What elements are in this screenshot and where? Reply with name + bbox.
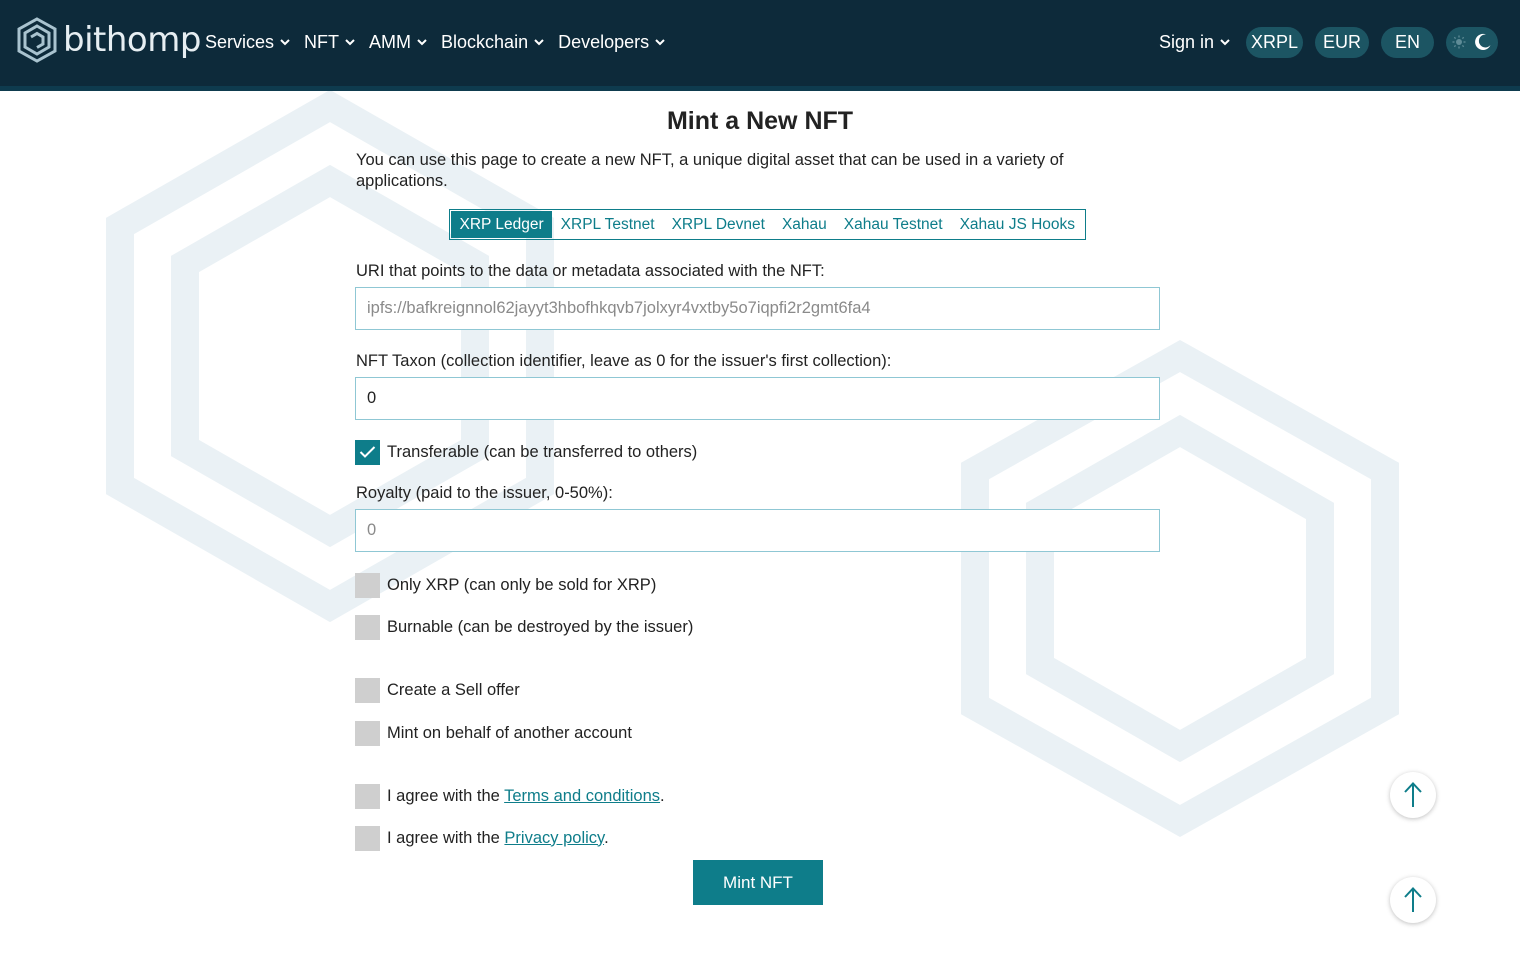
chevron-down-icon — [280, 39, 290, 46]
network-switcher[interactable]: XRPL — [1246, 26, 1303, 58]
burnable-option: Burnable (can be destroyed by the issuer… — [355, 614, 693, 640]
nav-label: AMM — [369, 31, 412, 52]
header-right: Sign in XRPL EUR EN — [1159, 26, 1498, 58]
check-icon — [359, 446, 376, 458]
page-title: Mint a New NFT — [666, 107, 854, 135]
nav-services[interactable]: Services — [205, 32, 290, 53]
sell-offer-label: Create a Sell offer — [387, 680, 520, 699]
sign-in-menu[interactable]: Sign in — [1159, 32, 1230, 53]
sell-offer-option: Create a Sell offer — [355, 677, 520, 703]
agree-prefix: I agree with the — [387, 786, 500, 805]
privacy-link[interactable]: Privacy policy — [504, 829, 604, 847]
uri-label: URI that points to the data or metadata … — [356, 262, 825, 280]
top-header: bithomp Services NFT AMM Blockchain Deve… — [0, 0, 1520, 91]
sell-offer-checkbox[interactable] — [355, 677, 380, 703]
burnable-checkbox[interactable] — [355, 614, 380, 640]
privacy-checkbox[interactable] — [355, 825, 380, 851]
burnable-label: Burnable (can be destroyed by the issuer… — [387, 617, 694, 636]
sign-in-label: Sign in — [1158, 31, 1214, 52]
network-tabs: XRP Ledger XRPL Testnet XRPL Devnet Xaha… — [449, 209, 1086, 240]
transferable-checkbox[interactable] — [355, 439, 380, 465]
nav-blockchain[interactable]: Blockchain — [441, 32, 544, 53]
on-behalf-label: Mint on behalf of another account — [387, 723, 632, 742]
brand-name: bithomp — [63, 20, 201, 60]
chevron-down-icon — [345, 39, 355, 46]
terms-agreement: I agree with the Terms and conditions. — [355, 783, 665, 809]
privacy-agreement: I agree with the Privacy policy. — [355, 825, 609, 851]
uri-input[interactable] — [355, 287, 1160, 330]
privacy-text: I agree with the Privacy policy. — [387, 829, 609, 848]
nav-label: Services — [205, 31, 275, 52]
tab-xahau-testnet[interactable]: Xahau Testnet — [835, 211, 951, 238]
agree-prefix: I agree with the — [387, 828, 500, 847]
page-intro: You can use this page to create a new NF… — [356, 151, 1064, 190]
on-behalf-option: Mint on behalf of another account — [355, 720, 632, 746]
terms-link[interactable]: Terms and conditions — [504, 787, 660, 805]
language-switcher[interactable]: EN — [1381, 26, 1434, 58]
nav-label: Developers — [558, 31, 650, 52]
theme-toggle[interactable] — [1446, 26, 1498, 58]
taxon-label: NFT Taxon (collection identifier, leave … — [356, 352, 892, 370]
nav-developers[interactable]: Developers — [558, 32, 665, 53]
only-xrp-label: Only XRP (can only be sold for XRP) — [387, 575, 657, 594]
tab-xrpl-testnet[interactable]: XRPL Testnet — [552, 211, 663, 238]
tab-xahau[interactable]: Xahau — [773, 211, 835, 238]
tab-xrp-ledger[interactable]: XRP Ledger — [451, 211, 553, 238]
nav-amm[interactable]: AMM — [369, 32, 427, 53]
mint-nft-button[interactable]: Mint NFT — [693, 860, 823, 905]
chevron-down-icon — [1220, 39, 1230, 46]
sun-icon — [1452, 35, 1466, 49]
nav-nft[interactable]: NFT — [304, 32, 355, 53]
chevron-down-icon — [534, 39, 544, 46]
currency-switcher[interactable]: EUR — [1315, 26, 1369, 58]
bithomp-hex-logo-icon — [17, 17, 57, 63]
only-xrp-option: Only XRP (can only be sold for XRP) — [355, 572, 656, 598]
moon-icon — [1475, 33, 1491, 50]
transferable-label: Transferable (can be transferred to othe… — [387, 442, 698, 461]
tab-xrpl-devnet[interactable]: XRPL Devnet — [663, 211, 773, 238]
taxon-input[interactable] — [355, 377, 1160, 420]
only-xrp-checkbox[interactable] — [355, 572, 380, 598]
royalty-label: Royalty (paid to the issuer, 0-50%): — [356, 484, 613, 502]
on-behalf-checkbox[interactable] — [355, 720, 380, 746]
terms-checkbox[interactable] — [355, 783, 380, 809]
tab-xahau-js-hooks[interactable]: Xahau JS Hooks — [951, 211, 1083, 238]
logo[interactable]: bithomp — [15, 14, 201, 66]
main-nav: Services NFT AMM Blockchain Developers — [205, 28, 665, 56]
transferable-option: Transferable (can be transferred to othe… — [355, 439, 697, 465]
chevron-down-icon — [655, 39, 665, 46]
period: . — [604, 828, 609, 847]
scroll-top-button[interactable] — [1390, 772, 1436, 818]
arrow-up-icon — [1404, 887, 1422, 912]
nav-label: Blockchain — [441, 31, 529, 52]
scroll-top-button-secondary[interactable] — [1390, 877, 1436, 923]
terms-text: I agree with the Terms and conditions. — [387, 787, 665, 806]
nav-label: NFT — [304, 31, 340, 52]
chevron-down-icon — [417, 39, 427, 46]
arrow-up-icon — [1404, 782, 1422, 807]
period: . — [660, 786, 665, 805]
royalty-input[interactable] — [355, 509, 1160, 552]
